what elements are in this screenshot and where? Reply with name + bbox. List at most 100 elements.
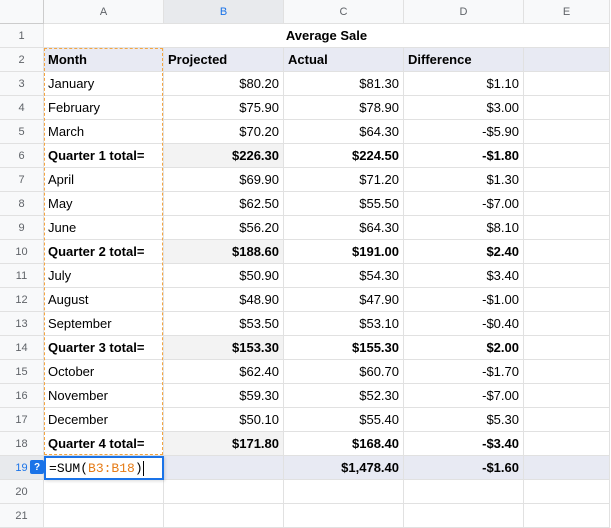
- spreadsheet-grid[interactable]: ABCDE1Average Sale2MonthProjectedActualD…: [0, 0, 611, 528]
- row-header-14[interactable]: 14: [0, 336, 44, 360]
- cell-total-diff[interactable]: -$1.60: [404, 456, 524, 480]
- row-header-12[interactable]: 12: [0, 288, 44, 312]
- cell-month[interactable]: Quarter 3 total=: [44, 336, 164, 360]
- cell-projected[interactable]: $153.30: [164, 336, 284, 360]
- cell-e[interactable]: [524, 432, 610, 456]
- cell-difference[interactable]: $1.10: [404, 72, 524, 96]
- row-header-10[interactable]: 10: [0, 240, 44, 264]
- cell-month[interactable]: June: [44, 216, 164, 240]
- cell-projected[interactable]: $50.10: [164, 408, 284, 432]
- cell-e[interactable]: [524, 96, 610, 120]
- header-projected[interactable]: Projected: [164, 48, 284, 72]
- cell-e[interactable]: [524, 288, 610, 312]
- row-header-15[interactable]: 15: [0, 360, 44, 384]
- cell-difference[interactable]: -$1.00: [404, 288, 524, 312]
- cell-difference[interactable]: -$1.80: [404, 144, 524, 168]
- cell-total-actual[interactable]: $1,478.40: [284, 456, 404, 480]
- cell-projected[interactable]: $80.20: [164, 72, 284, 96]
- cell-actual[interactable]: $168.40: [284, 432, 404, 456]
- row-header-3[interactable]: 3: [0, 72, 44, 96]
- cell-actual[interactable]: $52.30: [284, 384, 404, 408]
- row-header-8[interactable]: 8: [0, 192, 44, 216]
- row-header-1[interactable]: 1: [0, 24, 44, 48]
- cell-e[interactable]: [524, 240, 610, 264]
- cell-empty[interactable]: [284, 480, 404, 504]
- cell-empty[interactable]: [164, 480, 284, 504]
- cell-projected[interactable]: $69.90: [164, 168, 284, 192]
- cell-month[interactable]: August: [44, 288, 164, 312]
- row-header-21[interactable]: 21: [0, 504, 44, 528]
- cell-actual[interactable]: $60.70: [284, 360, 404, 384]
- cell-e[interactable]: [524, 192, 610, 216]
- row-header-18[interactable]: 18: [0, 432, 44, 456]
- cell-projected[interactable]: $56.20: [164, 216, 284, 240]
- formula-input[interactable]: =SUM(B3:B18): [44, 456, 164, 480]
- row-header-16[interactable]: 16: [0, 384, 44, 408]
- cell-month[interactable]: October: [44, 360, 164, 384]
- col-header-D[interactable]: D: [404, 0, 524, 24]
- cell-e[interactable]: [524, 216, 610, 240]
- cell-empty[interactable]: [404, 480, 524, 504]
- cell-e[interactable]: [524, 264, 610, 288]
- row-header-11[interactable]: 11: [0, 264, 44, 288]
- cell-difference[interactable]: $1.30: [404, 168, 524, 192]
- cell-actual[interactable]: $53.10: [284, 312, 404, 336]
- cell-month[interactable]: April: [44, 168, 164, 192]
- cell-empty[interactable]: [524, 480, 610, 504]
- cell-e[interactable]: [524, 72, 610, 96]
- corner-select-all[interactable]: [0, 0, 44, 24]
- cell-actual[interactable]: $47.90: [284, 288, 404, 312]
- cell-difference[interactable]: $8.10: [404, 216, 524, 240]
- cell-actual[interactable]: $54.30: [284, 264, 404, 288]
- cell-actual[interactable]: $71.20: [284, 168, 404, 192]
- cell-e[interactable]: [524, 336, 610, 360]
- cell-difference[interactable]: $3.40: [404, 264, 524, 288]
- cell-month[interactable]: March: [44, 120, 164, 144]
- cell-difference[interactable]: $5.30: [404, 408, 524, 432]
- cell-difference[interactable]: -$7.00: [404, 384, 524, 408]
- row-header-7[interactable]: 7: [0, 168, 44, 192]
- col-header-E[interactable]: E: [524, 0, 610, 24]
- header-difference[interactable]: Difference: [404, 48, 524, 72]
- cell-e[interactable]: [524, 408, 610, 432]
- cell-projected[interactable]: $171.80: [164, 432, 284, 456]
- cell-projected[interactable]: $62.40: [164, 360, 284, 384]
- cell-empty[interactable]: [44, 480, 164, 504]
- cell-difference[interactable]: -$5.90: [404, 120, 524, 144]
- cell-e[interactable]: [524, 360, 610, 384]
- cell-e19[interactable]: [524, 456, 610, 480]
- cell-projected[interactable]: $188.60: [164, 240, 284, 264]
- cell-actual[interactable]: $224.50: [284, 144, 404, 168]
- header-month[interactable]: Month: [44, 48, 164, 72]
- cell-projected[interactable]: $50.90: [164, 264, 284, 288]
- row-header-6[interactable]: 6: [0, 144, 44, 168]
- cell-projected[interactable]: $226.30: [164, 144, 284, 168]
- row-header-20[interactable]: 20: [0, 480, 44, 504]
- cell-month[interactable]: May: [44, 192, 164, 216]
- cell-actual[interactable]: $55.40: [284, 408, 404, 432]
- row-header-5[interactable]: 5: [0, 120, 44, 144]
- cell-e2[interactable]: [524, 48, 610, 72]
- cell-actual[interactable]: $81.30: [284, 72, 404, 96]
- cell-e[interactable]: [524, 120, 610, 144]
- cell-projected[interactable]: $75.90: [164, 96, 284, 120]
- row-header-13[interactable]: 13: [0, 312, 44, 336]
- cell-e[interactable]: [524, 384, 610, 408]
- col-header-C[interactable]: C: [284, 0, 404, 24]
- cell-projected[interactable]: $48.90: [164, 288, 284, 312]
- cell-difference[interactable]: $2.40: [404, 240, 524, 264]
- cell-projected[interactable]: $62.50: [164, 192, 284, 216]
- cell-empty[interactable]: [44, 504, 164, 528]
- cell-month[interactable]: January: [44, 72, 164, 96]
- cell-actual[interactable]: $55.50: [284, 192, 404, 216]
- col-header-B[interactable]: B: [164, 0, 284, 24]
- cell-actual[interactable]: $78.90: [284, 96, 404, 120]
- active-formula-cell[interactable]: ?=SUM(B3:B18): [44, 456, 164, 480]
- cell-projected[interactable]: $53.50: [164, 312, 284, 336]
- title-cell[interactable]: Average Sale: [44, 24, 610, 48]
- row-header-4[interactable]: 4: [0, 96, 44, 120]
- cell-month[interactable]: Quarter 4 total=: [44, 432, 164, 456]
- cell-e[interactable]: [524, 168, 610, 192]
- cell-difference[interactable]: -$1.70: [404, 360, 524, 384]
- cell-difference[interactable]: $2.00: [404, 336, 524, 360]
